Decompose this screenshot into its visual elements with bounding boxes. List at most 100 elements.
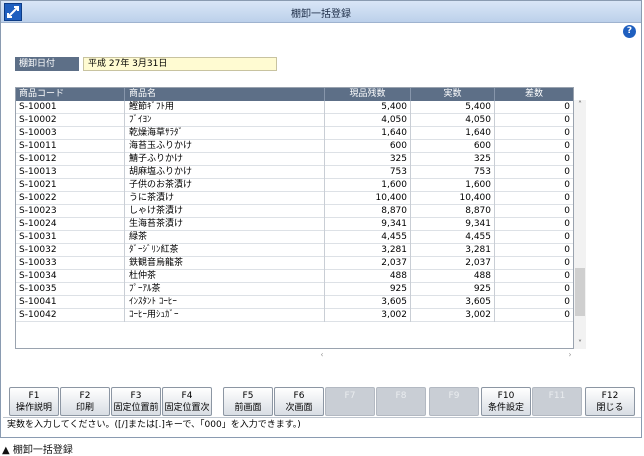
fkey-number: F1 xyxy=(28,391,40,401)
help-icon[interactable]: ? xyxy=(623,25,636,38)
scroll-down-icon[interactable]: ˅ xyxy=(574,339,586,349)
cell-actual-qty[interactable]: 3,605 xyxy=(410,296,494,309)
cell-difference: 0 xyxy=(494,114,573,127)
fkey-number: F4 xyxy=(181,391,193,401)
header-product-code: 商品コード xyxy=(19,89,65,99)
figure-caption: ▲ 棚卸一括登録 xyxy=(2,445,73,456)
fkey-f6-button[interactable]: F6 次画面 xyxy=(274,387,324,416)
scroll-right-icon[interactable]: › xyxy=(565,350,575,360)
table-row[interactable]: S-10023 しゃけ茶漬け 8,870 8,870 0 xyxy=(16,205,573,218)
cell-actual-qty[interactable]: 8,870 xyxy=(410,205,494,218)
cell-product-code: S-10003 xyxy=(19,128,57,138)
cell-difference: 0 xyxy=(494,127,573,140)
cell-difference: 0 xyxy=(494,153,573,166)
fkey-f8-button: F8 xyxy=(376,387,426,416)
cell-actual-qty[interactable]: 1,640 xyxy=(410,127,494,140)
cell-difference: 0 xyxy=(494,101,573,114)
cell-actual-qty[interactable]: 488 xyxy=(410,270,494,283)
cell-actual-qty[interactable]: 3,002 xyxy=(410,309,494,322)
table-row[interactable]: S-10001 鰹節ｷﾞﾌﾄ用 5,400 5,400 0 xyxy=(16,101,573,114)
inventory-grid: 商品コード 商品名 現品残数 実数 差数 S-10001 鰹節ｷﾞﾌﾄ用 5,400… xyxy=(15,87,574,349)
cell-product-name: 乾燥海草ｻﾗﾀﾞ xyxy=(124,127,324,140)
table-row[interactable]: S-10003 乾燥海草ｻﾗﾀﾞ 1,640 1,640 0 xyxy=(16,127,573,140)
fkey-f10-button[interactable]: F10 条件設定 xyxy=(481,387,531,416)
table-row[interactable]: S-10034 杜仲茶 488 488 0 xyxy=(16,270,573,283)
scroll-left-icon[interactable]: ‹ xyxy=(317,350,327,360)
vertical-scrollbar[interactable]: ˄ ˅ xyxy=(574,100,586,349)
scroll-up-icon[interactable]: ˄ xyxy=(574,100,586,110)
inventory-date-field[interactable]: 平成 27年 3月31日 xyxy=(83,57,277,71)
table-row[interactable]: S-10042 ｺｰﾋｰ用ｼｭｶﾞｰ 3,002 3,002 0 xyxy=(16,309,573,322)
cell-actual-qty[interactable]: 4,050 xyxy=(410,114,494,127)
inventory-date-label: 棚卸日付 xyxy=(15,57,79,71)
table-row[interactable]: S-10021 子供のお茶漬け 1,600 1,600 0 xyxy=(16,179,573,192)
function-key-bar: F1 操作説明 F2 印刷 F3 固定位置前 F4 固定位置次 F5 前画面 F6 次画面 F7 F8 F9… xyxy=(1,387,641,417)
table-row[interactable]: S-10033 鉄観音烏龍茶 2,037 2,037 0 xyxy=(16,257,573,270)
fkey-f4-button[interactable]: F4 固定位置次 xyxy=(162,387,212,416)
cell-actual-qty[interactable]: 925 xyxy=(410,283,494,296)
cell-actual-qty[interactable]: 325 xyxy=(410,153,494,166)
cell-difference: 0 xyxy=(494,140,573,153)
table-row[interactable]: S-10022 うに茶漬け 10,400 10,400 0 xyxy=(16,192,573,205)
cell-product-name: 胡麻塩ふりかけ xyxy=(124,166,324,179)
cell-actual-qty[interactable]: 4,455 xyxy=(410,231,494,244)
cell-product-name: 杜仲茶 xyxy=(124,270,324,283)
cell-difference: 0 xyxy=(494,218,573,231)
table-row[interactable]: S-10041 ｲﾝｽﾀﾝﾄ ｺｰﾋｰ 3,605 3,605 0 xyxy=(16,296,573,309)
horizontal-scrollbar[interactable]: ‹ › xyxy=(317,350,575,360)
fkey-label: 条件設定 xyxy=(487,403,524,413)
cell-product-code: S-10013 xyxy=(19,167,57,177)
cell-product-name: 海苔玉ふりかけ xyxy=(124,140,324,153)
cell-actual-qty[interactable]: 2,037 xyxy=(410,257,494,270)
fkey-f5-button[interactable]: F5 前画面 xyxy=(223,387,273,416)
fkey-f12-button[interactable]: F12 閉じる xyxy=(585,387,635,416)
cell-actual-qty[interactable]: 1,600 xyxy=(410,179,494,192)
table-row[interactable]: S-10002 ﾌﾞｲﾖﾝ 4,050 4,050 0 xyxy=(16,114,573,127)
cell-stock-qty: 325 xyxy=(324,153,410,166)
cell-product-name: ｺｰﾋｰ用ｼｭｶﾞｰ xyxy=(124,309,324,322)
cell-stock-qty: 925 xyxy=(324,283,410,296)
cell-product-code: S-10024 xyxy=(19,219,57,229)
cell-actual-qty[interactable]: 3,281 xyxy=(410,244,494,257)
table-row[interactable]: S-10013 胡麻塩ふりかけ 753 753 0 xyxy=(16,166,573,179)
cell-product-name: ﾀﾞｰｼﾞﾘﾝ紅茶 xyxy=(124,244,324,257)
table-row[interactable]: S-10035 ﾌﾟｰｱﾙ茶 925 925 0 xyxy=(16,283,573,296)
cell-product-name: うに茶漬け xyxy=(124,192,324,205)
fkey-f9-button: F9 xyxy=(429,387,479,416)
cell-stock-qty: 10,400 xyxy=(324,192,410,205)
cell-product-code: S-10021 xyxy=(19,180,57,190)
fkey-f1-button[interactable]: F1 操作説明 xyxy=(9,387,59,416)
cell-actual-qty[interactable]: 10,400 xyxy=(410,192,494,205)
header-difference: 差数 xyxy=(494,88,573,101)
fkey-f2-button[interactable]: F2 印刷 xyxy=(60,387,110,416)
fkey-label: 次画面 xyxy=(285,403,313,413)
cell-stock-qty: 753 xyxy=(324,166,410,179)
table-row[interactable]: S-10024 生海苔茶漬け 9,341 9,341 0 xyxy=(16,218,573,231)
scroll-thumb[interactable] xyxy=(575,268,585,316)
cell-stock-qty: 488 xyxy=(324,270,410,283)
grid-header: 商品コード 商品名 現品残数 実数 差数 xyxy=(16,88,573,101)
cell-actual-qty[interactable]: 9,341 xyxy=(410,218,494,231)
cell-product-name: しゃけ茶漬け xyxy=(124,205,324,218)
table-row[interactable]: S-10032 ﾀﾞｰｼﾞﾘﾝ紅茶 3,281 3,281 0 xyxy=(16,244,573,257)
fkey-f3-button[interactable]: F3 固定位置前 xyxy=(111,387,161,416)
fkey-number: F7 xyxy=(344,391,356,401)
cell-product-code: S-10035 xyxy=(19,284,57,294)
cell-difference: 0 xyxy=(494,296,573,309)
grid-body: S-10001 鰹節ｷﾞﾌﾄ用 5,400 5,400 0 S-10002 ﾌﾞｲﾖﾝ 4,0… xyxy=(16,101,573,322)
fkey-number: F11 xyxy=(548,391,566,401)
fkey-label: 閉じる xyxy=(596,403,624,413)
table-row[interactable]: S-10011 海苔玉ふりかけ 600 600 0 xyxy=(16,140,573,153)
fkey-number: F9 xyxy=(448,391,460,401)
cell-actual-qty[interactable]: 753 xyxy=(410,166,494,179)
cell-actual-qty[interactable]: 5,400 xyxy=(410,101,494,114)
table-row[interactable]: S-10012 鯖子ふりかけ 325 325 0 xyxy=(16,153,573,166)
cell-difference: 0 xyxy=(494,192,573,205)
fkey-f11-button: F11 xyxy=(532,387,582,416)
cell-stock-qty: 4,050 xyxy=(324,114,410,127)
cell-actual-qty[interactable]: 600 xyxy=(410,140,494,153)
fkey-number: F5 xyxy=(242,391,254,401)
cell-difference: 0 xyxy=(494,231,573,244)
cell-stock-qty: 1,600 xyxy=(324,179,410,192)
table-row[interactable]: S-10031 緑茶 4,455 4,455 0 xyxy=(16,231,573,244)
